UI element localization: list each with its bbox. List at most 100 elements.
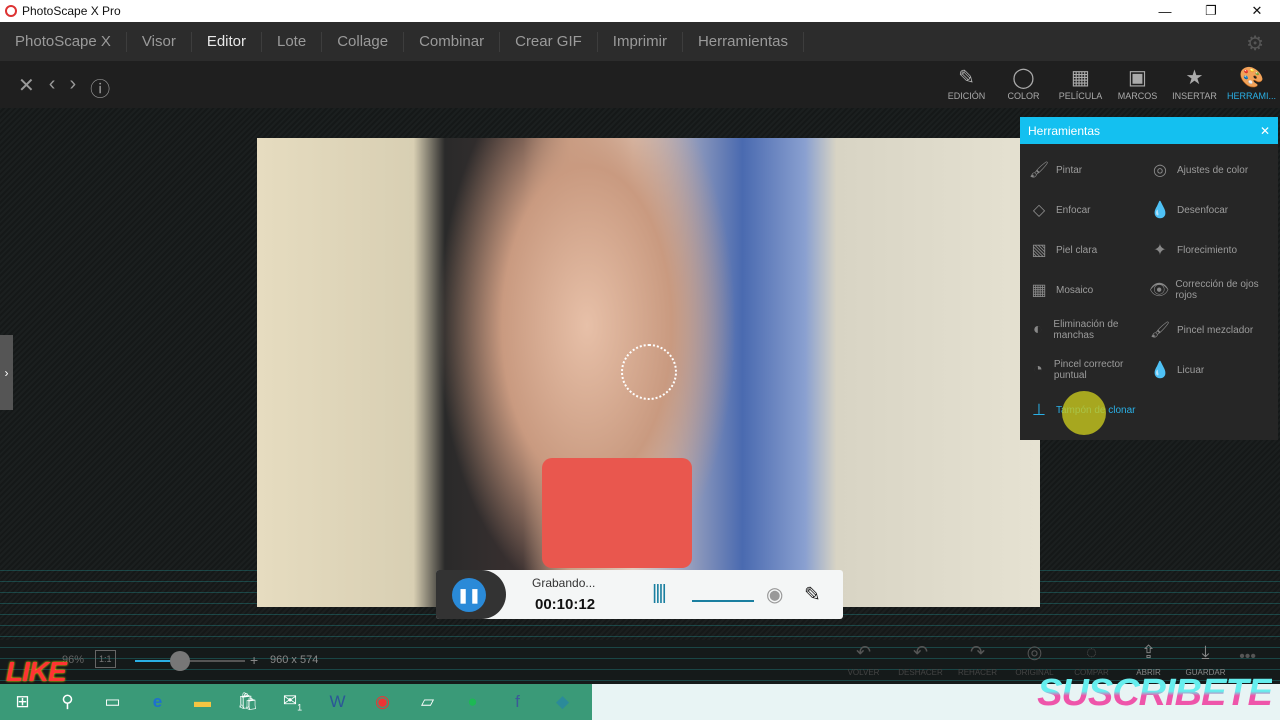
spot-heal-icon: ◔ [1033, 361, 1043, 378]
more-options-icon[interactable]: ••• [1239, 648, 1256, 666]
file-explorer-icon[interactable]: ▬ [180, 692, 225, 712]
color-icon: ◯ [1012, 67, 1035, 89]
tool-label: Pintar [1056, 164, 1083, 176]
close-button[interactable]: ✕ [1234, 0, 1280, 22]
tool-piel-clara[interactable]: ▧ Piel clara [1028, 230, 1149, 270]
color-adjust-icon: ◎ [1153, 162, 1167, 179]
task-view-icon[interactable]: ▭ [90, 692, 135, 712]
menu-photoscape[interactable]: PhotoScape X [0, 31, 127, 52]
tab-herramientas[interactable]: 🎨 HERRAMI... [1223, 65, 1280, 101]
menu-crear-gif[interactable]: Crear GIF [500, 31, 598, 52]
tool-label: Mosaico [1056, 284, 1094, 296]
palette-icon: 🎨 [1239, 67, 1264, 89]
webcam-icon[interactable]: ◉ [766, 582, 783, 607]
menu-editor[interactable]: Editor [192, 31, 262, 52]
tool-enfocar[interactable]: ◇ Enfocar [1028, 190, 1149, 230]
zoom-in-icon[interactable]: + [250, 652, 258, 668]
tool-label: Ajustes de color [1177, 164, 1249, 176]
app-icon[interactable]: ◆ [540, 692, 585, 712]
brush-icon: 🖌 [1028, 162, 1050, 179]
close-image-icon[interactable]: ✕ [18, 73, 35, 102]
facebook-icon[interactable]: f [495, 692, 540, 712]
tab-label: INSERTAR [1172, 91, 1217, 101]
menu-visor[interactable]: Visor [127, 31, 192, 52]
tool-label: Pincel mezclador [1177, 324, 1254, 336]
recording-time: 00:10:12 [535, 596, 596, 613]
tab-pelicula[interactable]: ▦ PELÍCULA [1052, 65, 1109, 101]
tool-label: Eliminación de manchas [1053, 319, 1119, 341]
tab-edicion[interactable]: ✎ EDICIÓN [938, 65, 995, 101]
half-circle-icon: ◐ [1032, 321, 1043, 338]
tool-pincel-corrector[interactable]: ◔ Pincel corrector puntual [1028, 350, 1149, 390]
tool-pintar[interactable]: 🖌 Pintar [1028, 150, 1149, 190]
liquify-drop-icon: 💧 [1150, 362, 1170, 379]
original-icon: ◎ [1026, 642, 1043, 662]
spotify-icon[interactable]: ● [450, 692, 495, 712]
action-label: VOLVER [847, 668, 880, 677]
undo-icon: ↶ [912, 642, 929, 662]
tab-label: EDICIÓN [947, 91, 986, 101]
start-windows-icon[interactable]: ⊞ [0, 692, 45, 712]
info-icon[interactable]: ⓘ [90, 73, 110, 102]
audio-level-icon[interactable]: |||| [652, 582, 667, 605]
tool-ajustes-color[interactable]: ◎ Ajustes de color [1149, 150, 1270, 190]
previous-icon[interactable]: ‹ [49, 73, 56, 102]
tab-label: HERRAMI... [1226, 91, 1276, 101]
upload-icon: ⇪ [1140, 642, 1157, 662]
tool-florecimiento[interactable]: ✦ Florecimiento [1149, 230, 1270, 270]
subscribe-overlay-logo: SUSCRIBETE [1037, 672, 1273, 714]
notes-icon[interactable]: ▱ [405, 692, 450, 712]
word-icon[interactable]: W [315, 692, 360, 712]
next-icon[interactable]: › [69, 73, 76, 102]
tab-color[interactable]: ◯ COLOR [995, 65, 1052, 101]
redo-icon: ↷ [969, 642, 986, 662]
expand-sidebar-handle[interactable]: › [0, 335, 13, 410]
actual-size-button[interactable]: 1:1 [95, 650, 116, 668]
sparkle-icon: ✦ [1153, 242, 1167, 259]
search-icon[interactable]: ⚲ [45, 692, 90, 712]
volume-slider[interactable] [692, 600, 754, 602]
tab-label: PELÍCULA [1058, 91, 1103, 101]
minimize-button[interactable]: — [1142, 0, 1188, 22]
tool-desenfocar[interactable]: 💧 Desenfocar [1149, 190, 1270, 230]
app-logo-icon [5, 5, 17, 17]
pause-recording-button[interactable]: ❚❚ [452, 578, 486, 612]
store-icon[interactable]: 🛍 [225, 692, 270, 712]
tool-licuar[interactable]: 💧 Licuar [1149, 350, 1270, 390]
menu-imprimir[interactable]: Imprimir [598, 31, 683, 52]
tab-insertar[interactable]: ★ INSERTAR [1166, 65, 1223, 101]
zoom-slider-knob[interactable] [170, 651, 190, 671]
chrome-icon[interactable]: ◉ [360, 692, 405, 712]
menu-combinar[interactable]: Combinar [404, 31, 501, 52]
edit-icon: ✎ [958, 67, 975, 89]
mail-icon[interactable]: ✉1 [270, 691, 315, 712]
drop-icon: 💧 [1150, 202, 1170, 219]
mixer-brush-icon: 🖌 [1149, 322, 1171, 339]
image-dimensions: 960 x 574 [270, 654, 319, 666]
menu-herramientas[interactable]: Herramientas [683, 31, 804, 52]
tool-label: Desenfocar [1177, 204, 1229, 216]
zoom-slider[interactable] [135, 660, 245, 662]
mouse-highlight [1062, 391, 1106, 435]
panel-close-icon[interactable]: ✕ [1260, 124, 1270, 138]
brush-cursor [621, 344, 677, 400]
tool-ojos-rojos[interactable]: 👁 Corrección de ojos rojos [1149, 270, 1270, 310]
maximize-button[interactable]: ❐ [1188, 0, 1234, 22]
tool-mosaico[interactable]: ▦ Mosaico [1028, 270, 1149, 310]
editor-toolbar: ✕ ‹ › ⓘ ✎ EDICIÓN ◯ COLOR ▦ PELÍCULA ▣ MARCO… [0, 61, 1280, 108]
recording-status: Grabando... [532, 576, 596, 590]
draw-pencil-icon[interactable]: ✎ [804, 582, 821, 607]
edge-browser-icon[interactable]: e [135, 692, 180, 712]
menu-collage[interactable]: Collage [322, 31, 405, 52]
deshacer-button[interactable]: ↶ DESHACER [892, 642, 949, 677]
compare-icon: ◌ [1086, 642, 1097, 662]
menu-lote[interactable]: Lote [262, 31, 323, 52]
tool-eliminacion-manchas[interactable]: ◐ Eliminación de manchas [1028, 310, 1149, 350]
tool-pincel-mezclador[interactable]: 🖌 Pincel mezclador [1149, 310, 1270, 350]
stamp-icon: ⊥ [1032, 402, 1046, 419]
settings-gear-icon[interactable]: ⚙ [1246, 31, 1264, 56]
herramientas-panel: Herramientas ✕ 🖌 Pintar ◎ Ajustes de color … [1020, 117, 1278, 440]
tab-marcos[interactable]: ▣ MARCOS [1109, 65, 1166, 101]
volver-button[interactable]: ↶ VOLVER [835, 642, 892, 677]
rehacer-button[interactable]: ↷ REHACER [949, 642, 1006, 677]
